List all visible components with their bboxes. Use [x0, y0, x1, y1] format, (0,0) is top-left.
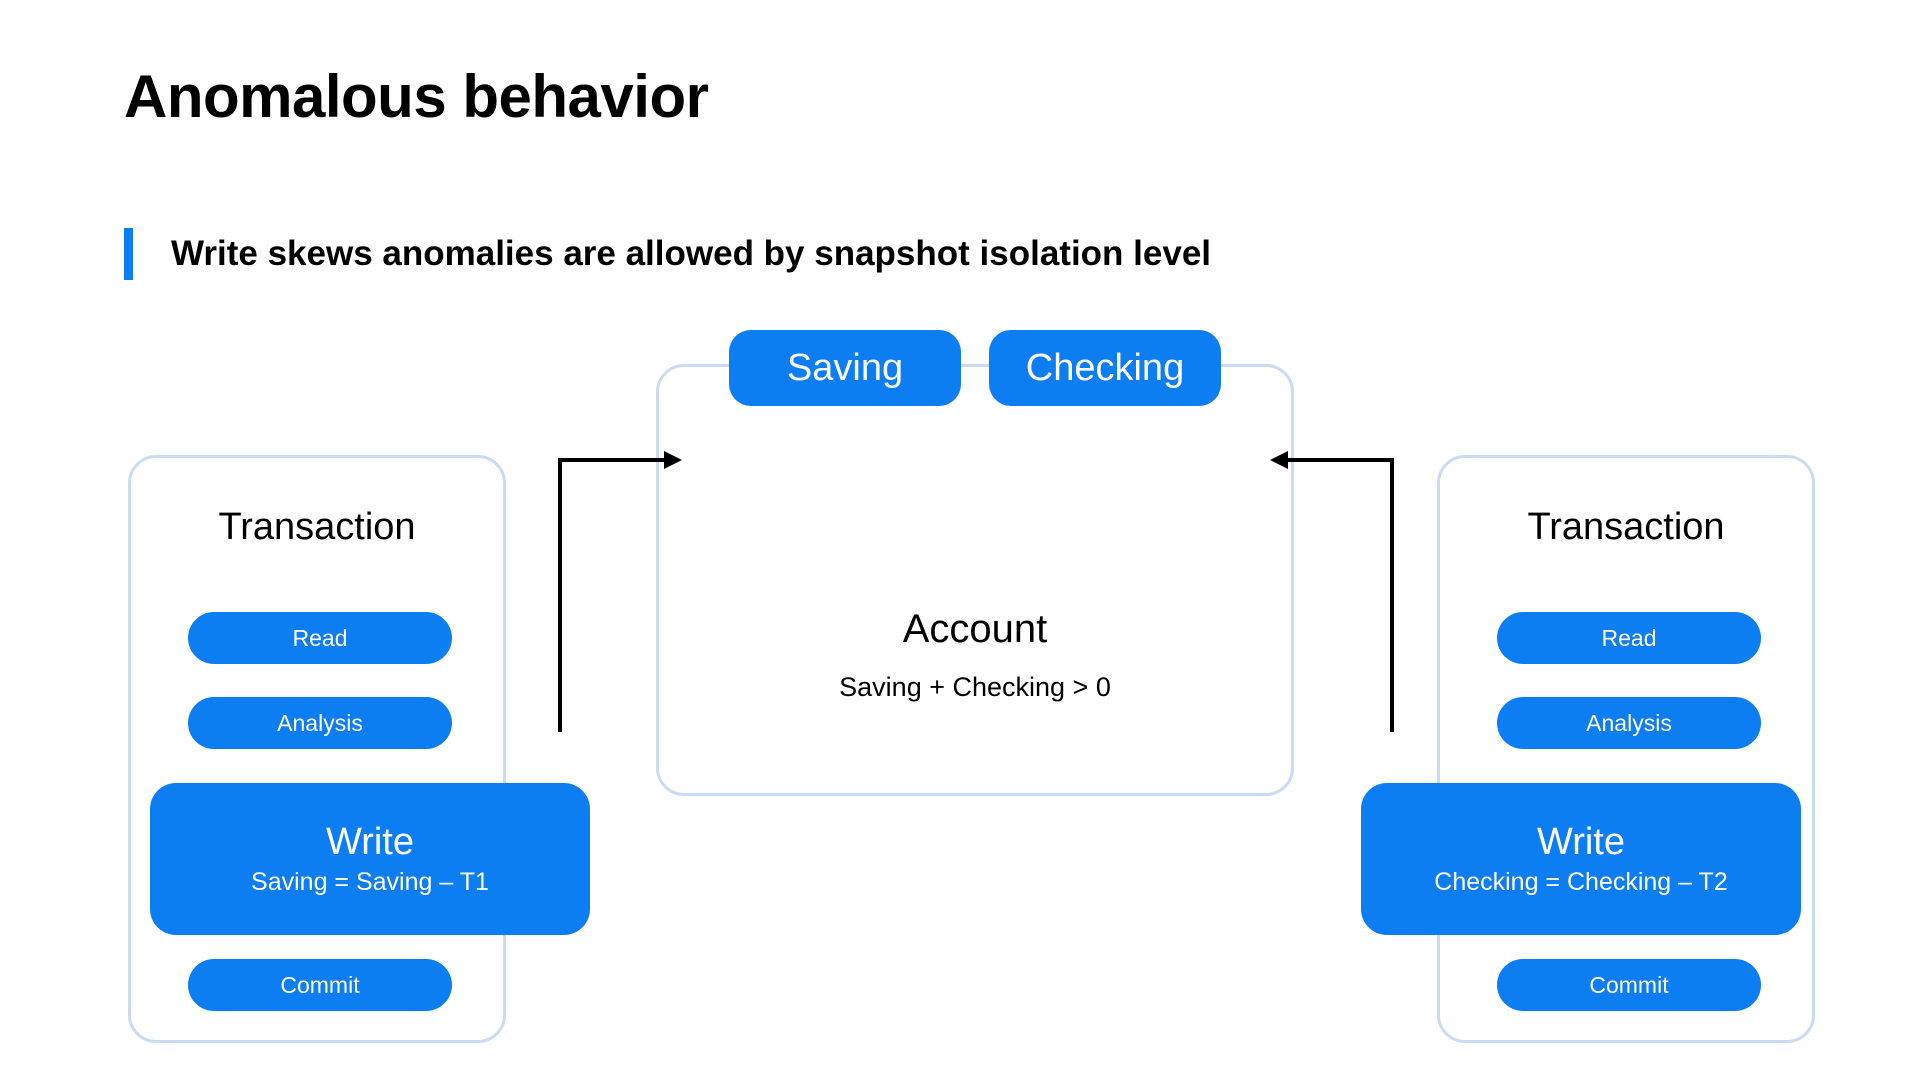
arrow-right-icon: [664, 451, 682, 469]
arrow-left-icon: [1270, 451, 1288, 469]
right-transaction-panel: Transaction Read Analysis Write Checking…: [1361, 455, 1815, 1043]
right-commit-step[interactable]: Commit: [1497, 959, 1761, 1011]
checking-account-label: Checking: [1025, 346, 1185, 389]
left-analysis-step[interactable]: Analysis: [188, 697, 452, 749]
left-commit-step[interactable]: Commit: [188, 959, 452, 1011]
right-write-to-checking-connector: [1270, 451, 1394, 732]
accent-bar-icon: [124, 228, 133, 280]
account-invariant: Saving + Checking > 0: [839, 672, 1111, 702]
left-read-step[interactable]: Read: [188, 612, 452, 664]
right-transaction-title: Transaction: [1527, 506, 1725, 548]
account-title: Account: [902, 607, 1048, 651]
left-write-formula: Saving = Saving – T1: [251, 867, 489, 896]
left-connector-path: [558, 458, 664, 732]
account-panel: Saving Checking Account Saving + Checkin…: [656, 330, 1294, 796]
left-write-to-saving-connector: [558, 451, 682, 732]
checking-account-pill[interactable]: Checking: [989, 330, 1221, 406]
right-write-title: Write: [1537, 820, 1625, 863]
left-transaction-panel: Transaction Read Analysis Write Saving =…: [128, 455, 590, 1043]
left-transaction-title: Transaction: [218, 506, 416, 548]
right-commit-label: Commit: [1589, 971, 1669, 998]
subtitle-row: Write skews anomalies are allowed by sna…: [124, 228, 1211, 280]
left-write-title: Write: [326, 820, 414, 863]
page-title: Anomalous behavior: [124, 63, 709, 130]
left-read-label: Read: [292, 624, 348, 651]
saving-account-label: Saving: [786, 346, 904, 389]
right-write-formula: Checking = Checking – T2: [1434, 867, 1728, 896]
left-write-step[interactable]: Write Saving = Saving – T1: [150, 783, 590, 935]
subtitle-text: Write skews anomalies are allowed by sna…: [171, 234, 1212, 273]
left-commit-label: Commit: [280, 971, 360, 998]
saving-account-pill[interactable]: Saving: [729, 330, 961, 406]
right-analysis-label: Analysis: [1586, 709, 1672, 736]
right-connector-path: [1288, 458, 1394, 732]
right-write-step[interactable]: Write Checking = Checking – T2: [1361, 783, 1801, 935]
right-read-step[interactable]: Read: [1497, 612, 1761, 664]
right-analysis-step[interactable]: Analysis: [1497, 697, 1761, 749]
right-read-label: Read: [1601, 624, 1657, 651]
left-analysis-label: Analysis: [277, 709, 363, 736]
slide-canvas: Anomalous behavior Write skews anomalies…: [0, 0, 1920, 1080]
account-pill-group: Saving Checking: [659, 330, 1291, 406]
